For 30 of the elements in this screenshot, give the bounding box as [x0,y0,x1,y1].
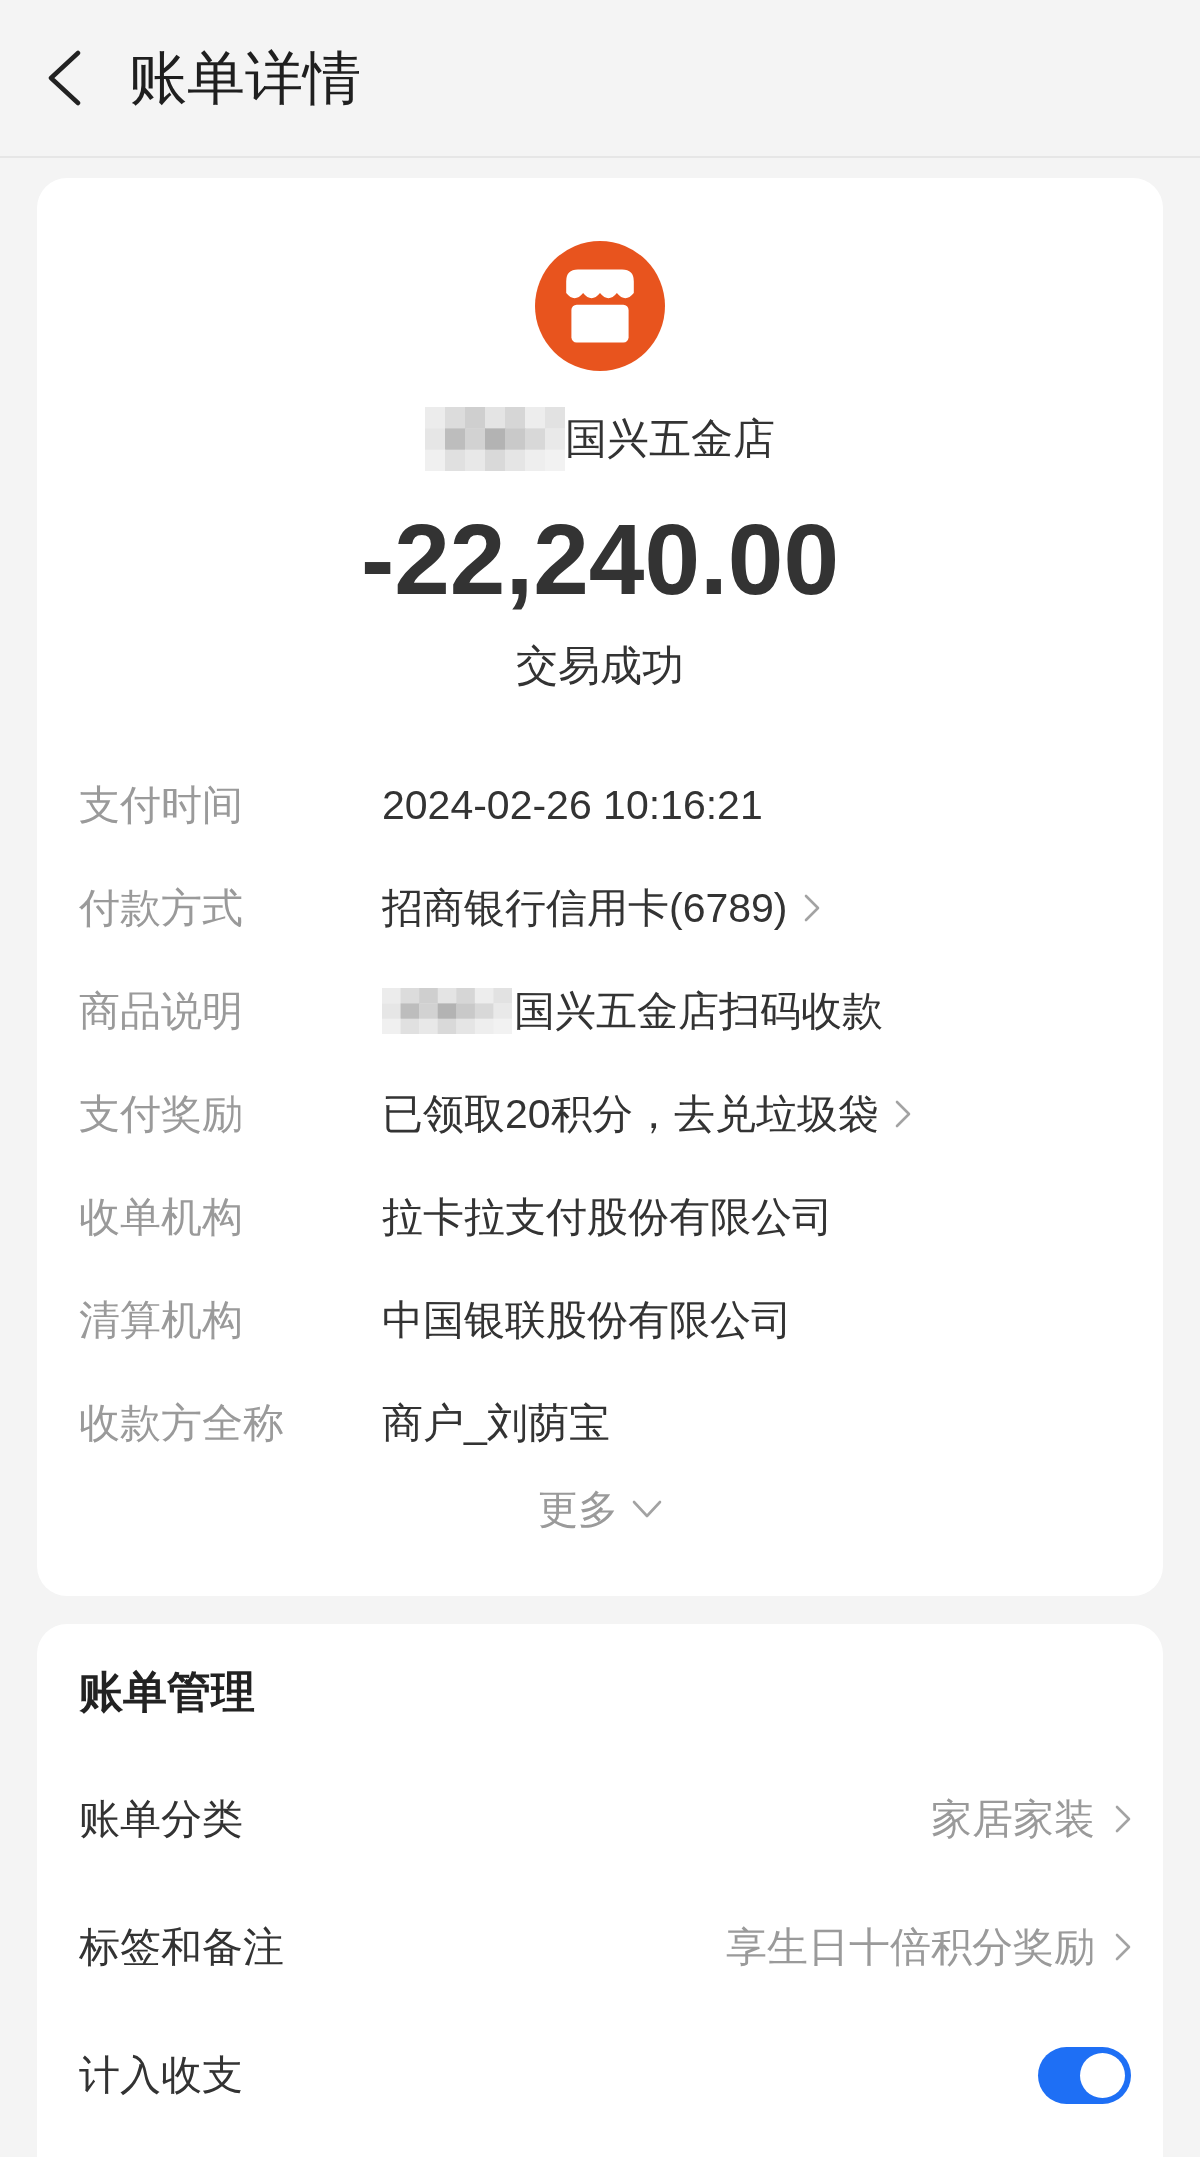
detail-label: 商品说明 [79,986,244,1036]
detail-label: 收单机构 [79,1192,244,1242]
chevron-right-icon [1115,1805,1131,1833]
setting-label: 计入收支 [79,2051,243,2100]
detail-value: 2024-02-26 10:16:21 [382,780,763,830]
detail-label: 支付奖励 [79,1089,244,1139]
storefront-icon [535,241,665,371]
more-button[interactable]: 更多 [538,1481,662,1537]
merchant-name: 国兴五金店 [565,414,775,464]
setting-label: 标签和备注 [79,1923,284,1972]
setting-value[interactable]: 享生日十倍积分奖励 [726,1919,1095,1975]
chevron-right-icon [1115,1933,1131,1961]
status-text: 交易成功 [516,641,684,691]
detail-label: 支付时间 [79,780,244,830]
detail-value: 中国银联股份有限公司 [382,1295,792,1345]
toggle-switch[interactable] [1038,2046,1131,2104]
section-title: 账单管理 [79,1666,255,1718]
detail-value: 拉卡拉支付股份有限公司 [382,1192,833,1242]
detail-value: 国兴五金店扫码收款 [514,986,883,1036]
setting-value[interactable]: 家居家装 [931,1791,1095,1847]
detail-value: 商户_刘荫宝 [382,1398,610,1448]
page-title: 账单详情 [129,44,361,112]
detail-link[interactable]: 招商银行信用卡(6789) [382,879,788,936]
detail-label: 付款方式 [79,883,244,933]
back-icon[interactable] [46,50,82,106]
amount-text: -22,240.00 [360,504,840,614]
detail-label: 清算机构 [79,1295,244,1345]
setting-label: 账单分类 [79,1795,243,1844]
detail-link[interactable]: 已领取20积分，去兑垃圾袋 [382,1085,879,1142]
detail-label: 收款方全称 [79,1398,285,1448]
